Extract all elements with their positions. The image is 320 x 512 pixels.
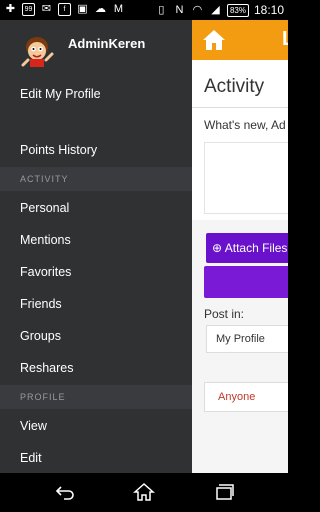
attach-files-button[interactable]: ⊕ Attach Files — [206, 233, 288, 263]
home-button-icon[interactable] — [133, 482, 155, 502]
battery-level: 83% — [226, 3, 249, 17]
menu-favorites[interactable]: Favorites — [0, 256, 192, 288]
divider — [192, 107, 288, 108]
privacy-select[interactable]: Anyone — [204, 382, 288, 412]
post-in-label: Post in: — [204, 307, 245, 321]
section-header-activity: ACTIVITY — [0, 167, 192, 191]
image-icon: ▣ — [77, 3, 88, 15]
navigation-bar — [0, 473, 288, 512]
facebook-icon: f — [58, 3, 71, 16]
menu-reshares[interactable]: Reshares — [0, 352, 192, 384]
recent-apps-icon[interactable] — [213, 482, 235, 502]
status-textarea[interactable] — [204, 142, 288, 214]
status-bar: ✚ 99 ✉ f ▣ ☁ M ▯ N ◠ ◢ 83% 18:10 — [0, 0, 288, 20]
username: AdminKeren — [68, 36, 146, 51]
menu-groups[interactable]: Groups — [0, 320, 192, 352]
vibrate-icon: ▯ — [158, 3, 165, 16]
post-in-select[interactable]: My Profile — [206, 325, 288, 353]
system-icons: ▯ N ◠ ◢ 83% 18:10 — [155, 3, 284, 17]
notification-icons: ✚ 99 ✉ f ▣ ☁ M — [4, 3, 125, 16]
clock: 18:10 — [253, 3, 284, 17]
post-button[interactable] — [204, 266, 288, 298]
plus-circle-icon: ⊕ — [212, 241, 223, 255]
drawer-header[interactable]: AdminKeren — [0, 20, 192, 68]
mail-icon: M — [113, 3, 124, 15]
nfc-icon: N — [175, 3, 184, 16]
home-icon[interactable] — [202, 29, 226, 51]
email-icon: ✉ — [41, 3, 52, 15]
menu-edit-my-profile[interactable]: Edit My Profile — [0, 78, 192, 110]
menu-friends[interactable]: Friends — [0, 288, 192, 320]
navigation-drawer: AdminKeren Edit My Profile Points Histor… — [0, 20, 192, 473]
menu-personal[interactable]: Personal — [0, 192, 192, 224]
menu-mentions[interactable]: Mentions — [0, 224, 192, 256]
app-header: L — [192, 20, 288, 60]
attach-files-label: Attach Files — [224, 241, 288, 255]
header-title: L — [282, 28, 288, 51]
activity-screen: L Activity What's new, Ad ⊕ Attach Files… — [192, 20, 288, 473]
back-icon[interactable] — [54, 482, 76, 502]
signal-icon: ◢ — [211, 3, 220, 16]
cloud-upload-icon: ☁ — [95, 3, 106, 15]
wifi-icon: ◠ — [192, 3, 203, 16]
avatar[interactable] — [19, 31, 55, 67]
chat-icon: 99 — [22, 3, 35, 16]
page-title: Activity — [204, 76, 265, 97]
menu-points-history[interactable]: Points History — [0, 134, 192, 166]
section-header-profile: PROFILE — [0, 385, 192, 409]
menu-view[interactable]: View — [0, 410, 192, 442]
whats-new-label: What's new, Ad — [204, 118, 286, 132]
menu-edit[interactable]: Edit — [0, 442, 192, 473]
add-icon: ✚ — [5, 3, 16, 15]
